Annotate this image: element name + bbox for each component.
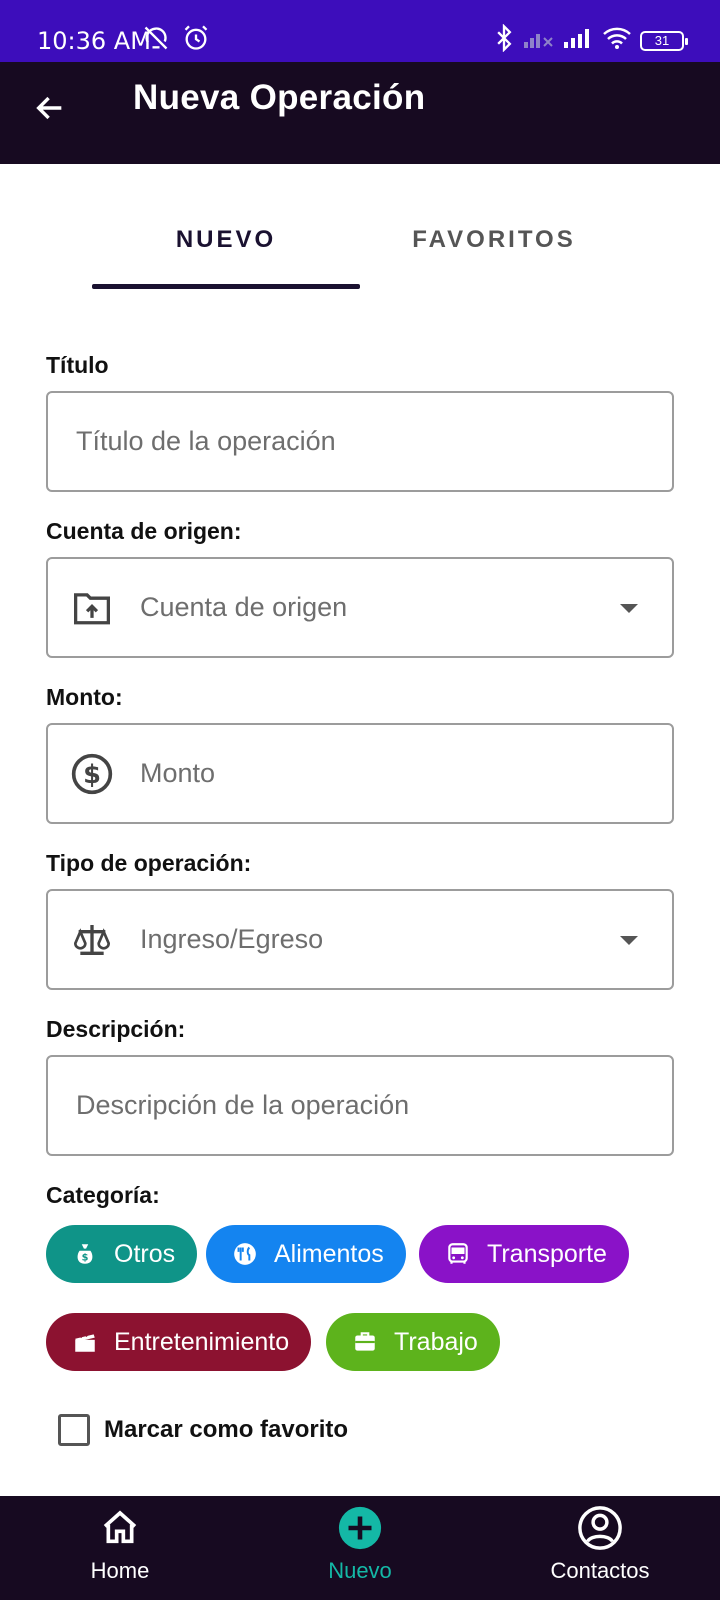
description-label: Descripción: [46, 1016, 186, 1042]
home-icon [100, 1508, 140, 1553]
food-icon [232, 1241, 258, 1267]
alarm-icon [182, 24, 210, 57]
nav-label: Home [90, 1558, 150, 1583]
account-dropdown[interactable]: Cuenta de origen [46, 557, 674, 658]
tab-bar: NUEVO FAVORITOS [0, 164, 720, 290]
account-placeholder: Cuenta de origen [140, 592, 348, 622]
type-placeholder: Ingreso/Egreso [140, 924, 324, 954]
tab-indicator [92, 284, 360, 289]
alarm-off-icon [142, 24, 170, 57]
favorite-checkbox-row[interactable]: Marcar como favorito [58, 1414, 348, 1446]
arrow-back-icon [33, 91, 67, 130]
account-circle-icon [577, 1505, 623, 1556]
back-button[interactable] [30, 90, 70, 130]
chip-label: Alimentos [274, 1239, 384, 1268]
nav-label: Nuevo [328, 1558, 392, 1583]
nav-contactos[interactable]: Contactos [520, 1505, 680, 1584]
folder-upload-icon [70, 586, 114, 630]
status-time: 10:36 AM [37, 27, 151, 55]
battery-icon: 31 [640, 30, 688, 51]
money-bag-icon: $ [72, 1241, 98, 1267]
clapperboard-icon [72, 1329, 98, 1355]
chip-trabajo[interactable]: Trabajo [326, 1313, 500, 1371]
nav-nuevo[interactable]: Nuevo [280, 1506, 440, 1584]
chip-transporte[interactable]: Transporte [419, 1225, 629, 1283]
description-input[interactable] [76, 1090, 672, 1121]
type-dropdown[interactable]: Ingreso/Egreso [46, 889, 674, 990]
description-field[interactable] [46, 1055, 674, 1156]
tab-favoritos[interactable]: FAVORITOS [360, 226, 628, 254]
dropdown-arrow-icon [620, 604, 638, 613]
amount-field[interactable]: $ [46, 723, 674, 824]
svg-text:$: $ [83, 760, 101, 790]
briefcase-icon [352, 1329, 378, 1355]
chip-label: Transporte [487, 1239, 607, 1268]
add-circle-icon [337, 1505, 383, 1556]
type-label: Tipo de operación: [46, 850, 252, 876]
title-label: Título [46, 352, 109, 378]
status-bar: 10:36 AM 31 [0, 0, 720, 62]
chip-label: Otros [114, 1239, 176, 1268]
signal-icon [562, 26, 594, 55]
chip-alimentos[interactable]: Alimentos [206, 1225, 406, 1283]
amount-label: Monto: [46, 684, 123, 710]
page-title: Nueva Operación [133, 78, 426, 117]
app-bar: Nueva Operación [0, 62, 720, 164]
chip-entretenimiento[interactable]: Entretenimiento [46, 1313, 312, 1371]
chip-label: Entretenimiento [114, 1327, 290, 1356]
signal-no-service-icon [522, 26, 554, 55]
tab-nuevo[interactable]: NUEVO [92, 226, 360, 254]
favorite-label: Marcar como favorito [104, 1416, 349, 1443]
title-field[interactable] [46, 391, 674, 492]
scale-icon [70, 918, 114, 962]
bluetooth-icon [494, 23, 514, 57]
amount-input[interactable] [140, 758, 672, 789]
chip-label: Trabajo [394, 1327, 478, 1356]
nav-home[interactable]: Home [40, 1506, 200, 1584]
dollar-circle-icon: $ [70, 752, 114, 796]
nav-label: Contactos [550, 1558, 650, 1583]
dropdown-arrow-icon [620, 936, 638, 945]
account-label: Cuenta de origen: [46, 518, 242, 544]
wifi-icon [602, 26, 632, 55]
bus-icon [445, 1241, 471, 1267]
favorite-checkbox[interactable] [58, 1414, 90, 1446]
category-label: Categoría: [46, 1182, 160, 1208]
chip-otros[interactable]: $ Otros [46, 1225, 198, 1283]
bottom-nav: Home Nuevo Contactos [0, 1496, 720, 1600]
svg-text:$: $ [82, 1253, 89, 1264]
title-input[interactable] [76, 426, 672, 457]
